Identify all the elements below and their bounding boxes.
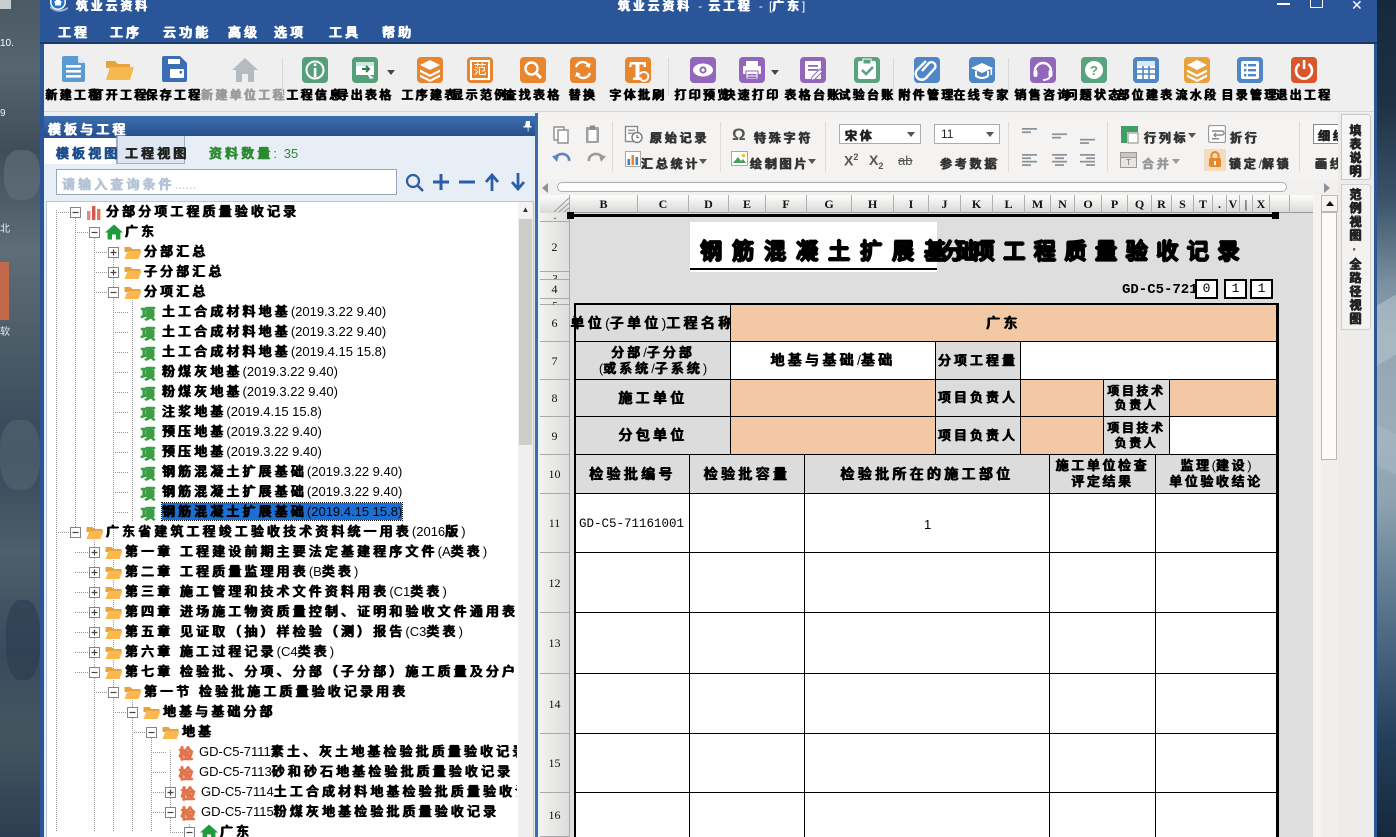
svg-text:?: ? bbox=[1090, 63, 1098, 78]
svg-text:T: T bbox=[1126, 158, 1131, 167]
